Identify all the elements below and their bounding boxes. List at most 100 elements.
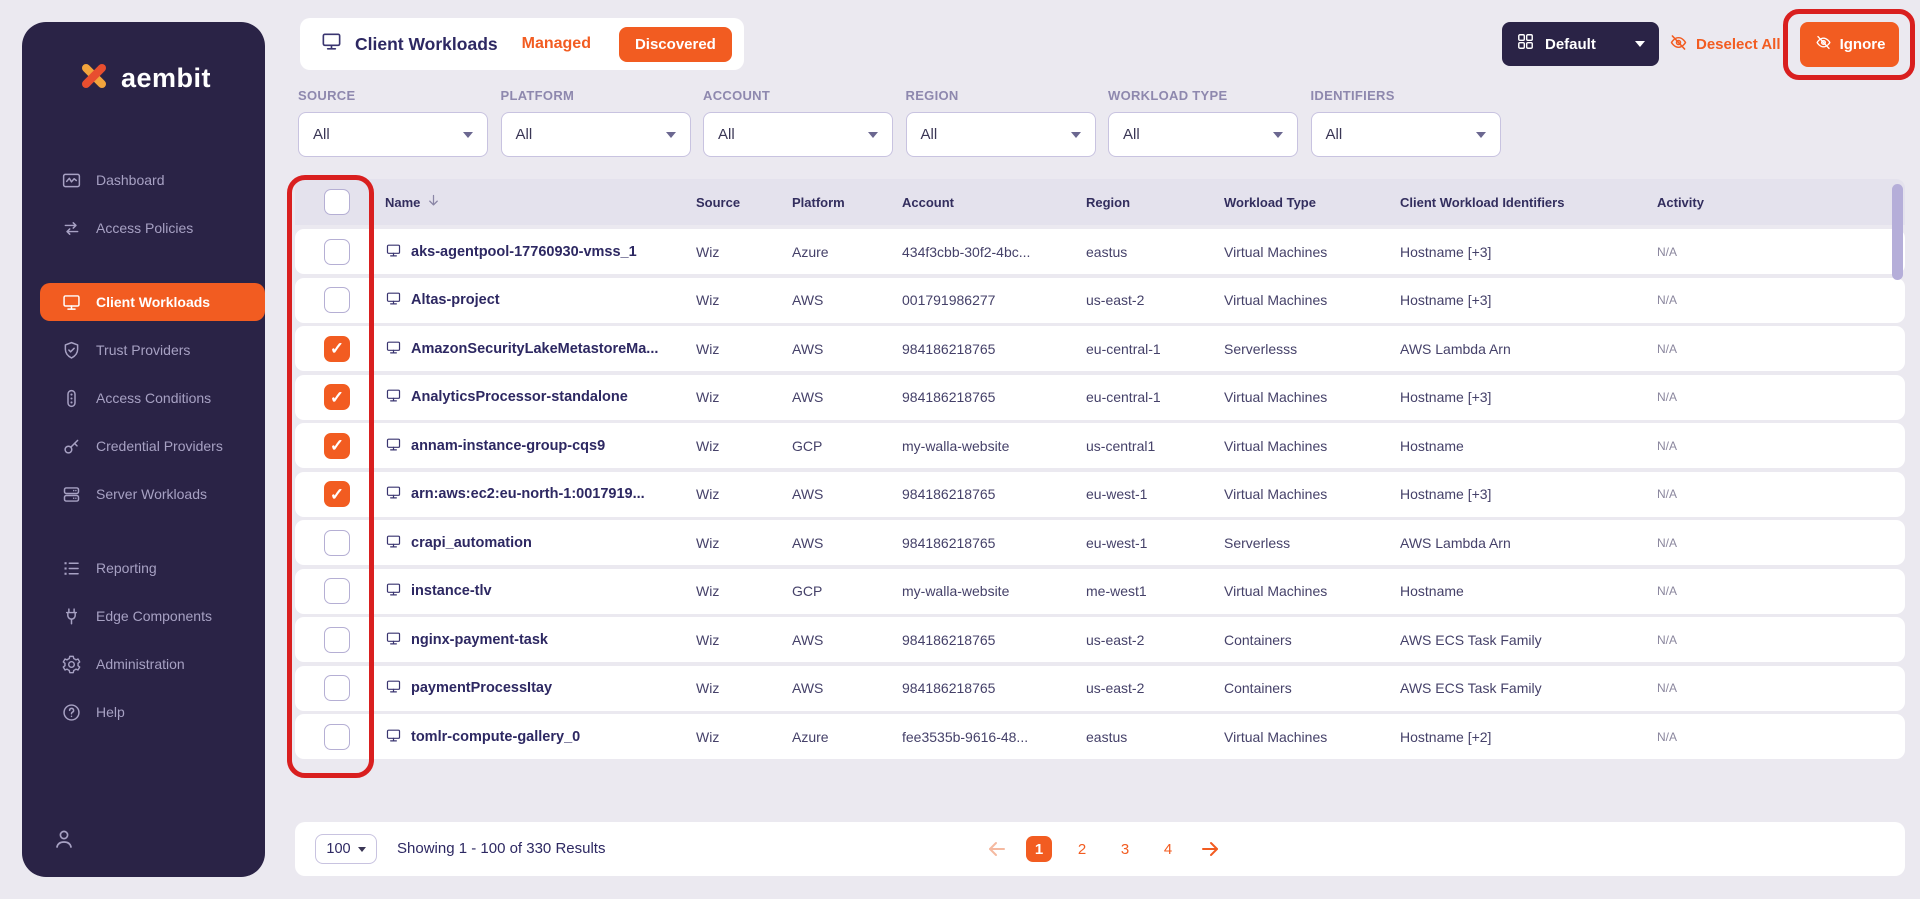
filter-identifiers-select[interactable]: All bbox=[1310, 112, 1501, 157]
sidebar-item-help[interactable]: Help bbox=[40, 693, 265, 731]
ignore-button[interactable]: Ignore bbox=[1800, 22, 1899, 67]
row-checkbox[interactable] bbox=[324, 675, 350, 701]
column-workload-type[interactable]: Workload Type bbox=[1224, 195, 1400, 210]
select-all-checkbox[interactable] bbox=[324, 189, 350, 215]
row-checkbox[interactable] bbox=[324, 529, 350, 556]
column-region[interactable]: Region bbox=[1086, 195, 1224, 210]
chevron-down-icon bbox=[1273, 131, 1283, 138]
table-row[interactable]: crapi_automation Wiz AWS 984186218765 eu… bbox=[295, 520, 1905, 565]
row-checkbox[interactable] bbox=[324, 238, 350, 265]
table-row[interactable]: tomlr-compute-gallery_0 Wiz Azure fee353… bbox=[295, 714, 1905, 759]
page-button-3[interactable]: 3 bbox=[1112, 836, 1138, 862]
row-account: fee3535b-9616-48... bbox=[902, 728, 1029, 745]
filter-workload-type-label: WORKLOAD TYPE bbox=[1108, 88, 1228, 103]
row-workload-type: Virtual Machines bbox=[1224, 437, 1328, 454]
table-row[interactable]: AmazonSecurityLakeMetastoreMa... Wiz AWS… bbox=[295, 326, 1905, 371]
filter-source-select[interactable]: All bbox=[298, 112, 488, 157]
chevron-down-icon bbox=[868, 131, 878, 138]
row-source: Wiz bbox=[696, 437, 720, 454]
sidebar-item-dashboard[interactable]: Dashboard bbox=[40, 161, 265, 199]
table-body: aks-agentpool-17760930-vmss_1 Wiz Azure … bbox=[295, 229, 1905, 759]
filter-platform-select[interactable]: All bbox=[500, 112, 691, 157]
page-button-1[interactable]: 1 bbox=[1026, 836, 1052, 862]
page: aembit Dashboard Access Policies Client … bbox=[0, 0, 1920, 899]
table-scrollbar[interactable] bbox=[1892, 184, 1903, 280]
sidebar-item-reporting[interactable]: Reporting bbox=[40, 549, 265, 587]
prev-page-button[interactable] bbox=[985, 837, 1009, 861]
table-row[interactable]: AnalyticsProcessor-standalone Wiz AWS 98… bbox=[295, 374, 1905, 420]
client-workloads-icon bbox=[60, 291, 82, 313]
access-conditions-icon bbox=[60, 387, 82, 409]
table-row[interactable]: Altas-project Wiz AWS 001791986277 us-ea… bbox=[295, 277, 1905, 323]
chevron-down-icon bbox=[1635, 41, 1645, 47]
row-identifiers: AWS Lambda Arn bbox=[1400, 534, 1511, 551]
row-checkbox[interactable] bbox=[324, 481, 350, 507]
row-workload-type: Virtual Machines bbox=[1224, 728, 1328, 745]
row-source: Wiz bbox=[696, 583, 720, 599]
sort-desc-icon[interactable] bbox=[426, 193, 441, 211]
filter-region-select[interactable]: All bbox=[905, 112, 1096, 157]
eye-off-icon bbox=[1668, 32, 1689, 57]
column-activity[interactable]: Activity bbox=[1657, 195, 1905, 210]
user-avatar-icon[interactable] bbox=[52, 827, 76, 851]
row-checkbox[interactable] bbox=[324, 384, 350, 410]
sidebar-item-server-workloads[interactable]: Server Workloads bbox=[40, 475, 265, 513]
chevron-down-icon bbox=[1070, 131, 1081, 138]
filter-platform-label: PLATFORM bbox=[500, 88, 575, 103]
monitor-icon bbox=[385, 290, 402, 310]
logo-x-icon bbox=[76, 58, 112, 99]
sidebar-item-trust-providers[interactable]: Trust Providers bbox=[40, 331, 265, 369]
table-row[interactable]: nginx-payment-task Wiz AWS 984186218765 … bbox=[295, 617, 1905, 662]
view-selector-dropdown[interactable]: Default bbox=[1502, 22, 1659, 66]
row-platform: Azure bbox=[792, 243, 829, 260]
page-button-4[interactable]: 4 bbox=[1155, 836, 1181, 862]
pager: 1234 bbox=[985, 822, 1222, 876]
row-identifiers: Hostname [+3] bbox=[1400, 486, 1492, 502]
row-region: us-central1 bbox=[1086, 437, 1156, 454]
row-region: eu-west-1 bbox=[1086, 486, 1148, 502]
next-page-button[interactable] bbox=[1198, 837, 1222, 861]
page-size-select[interactable]: 100 bbox=[315, 834, 377, 864]
table-row[interactable]: annam-instance-group-cqs9 Wiz GCP my-wal… bbox=[295, 423, 1905, 468]
table-row[interactable]: arn:aws:ec2:eu-north-1:0017919... Wiz AW… bbox=[295, 471, 1905, 517]
row-checkbox[interactable] bbox=[324, 578, 350, 604]
table-row[interactable]: aks-agentpool-17760930-vmss_1 Wiz Azure … bbox=[295, 229, 1905, 274]
filter-workload-type: WORKLOAD TYPE All bbox=[1108, 88, 1298, 157]
help-icon bbox=[60, 701, 82, 723]
filter-workload-type-select[interactable]: All bbox=[1108, 112, 1298, 157]
deselect-all-button[interactable]: Deselect All bbox=[1668, 22, 1781, 66]
column-source[interactable]: Source bbox=[696, 195, 792, 210]
row-source: Wiz bbox=[696, 340, 720, 357]
column-platform[interactable]: Platform bbox=[792, 195, 902, 210]
sidebar-item-access-policies[interactable]: Access Policies bbox=[40, 209, 265, 247]
sidebar-item-credential-providers[interactable]: Credential Providers bbox=[40, 427, 265, 465]
edge-components-icon bbox=[60, 605, 82, 627]
row-platform: GCP bbox=[792, 583, 823, 599]
sidebar-item-administration[interactable]: Administration bbox=[40, 645, 265, 683]
row-checkbox[interactable] bbox=[324, 335, 350, 362]
row-checkbox[interactable] bbox=[324, 723, 350, 750]
filter-identifiers-label: IDENTIFIERS bbox=[1310, 88, 1395, 103]
column-name[interactable]: Name bbox=[385, 195, 420, 210]
row-account: 984186218765 bbox=[902, 534, 996, 551]
table-row[interactable]: paymentProcessItay Wiz AWS 984186218765 … bbox=[295, 665, 1905, 711]
sidebar-item-edge-components[interactable]: Edge Components bbox=[40, 597, 265, 635]
row-checkbox[interactable] bbox=[324, 287, 350, 313]
page-size-value: 100 bbox=[326, 841, 351, 857]
column-account[interactable]: Account bbox=[902, 195, 1086, 210]
row-name: arn:aws:ec2:eu-north-1:0017919... bbox=[411, 486, 645, 502]
row-checkbox[interactable] bbox=[324, 432, 350, 459]
page-button-2[interactable]: 2 bbox=[1069, 836, 1095, 862]
access-policies-icon bbox=[60, 217, 82, 239]
row-workload-type: Containers bbox=[1224, 680, 1292, 696]
tab-managed[interactable]: Managed bbox=[522, 35, 591, 53]
sidebar-item-client-workloads[interactable]: Client Workloads bbox=[40, 283, 265, 321]
row-checkbox[interactable] bbox=[324, 626, 350, 653]
table-row[interactable]: instance-tlv Wiz GCP my-walla-website me… bbox=[295, 568, 1905, 614]
row-account: 984186218765 bbox=[902, 389, 996, 405]
sidebar-item-access-conditions[interactable]: Access Conditions bbox=[40, 379, 265, 417]
filter-account-select[interactable]: All bbox=[703, 112, 893, 157]
row-account: 984186218765 bbox=[902, 340, 996, 357]
column-identifiers[interactable]: Client Workload Identifiers bbox=[1400, 195, 1657, 210]
tab-discovered[interactable]: Discovered bbox=[618, 26, 732, 62]
